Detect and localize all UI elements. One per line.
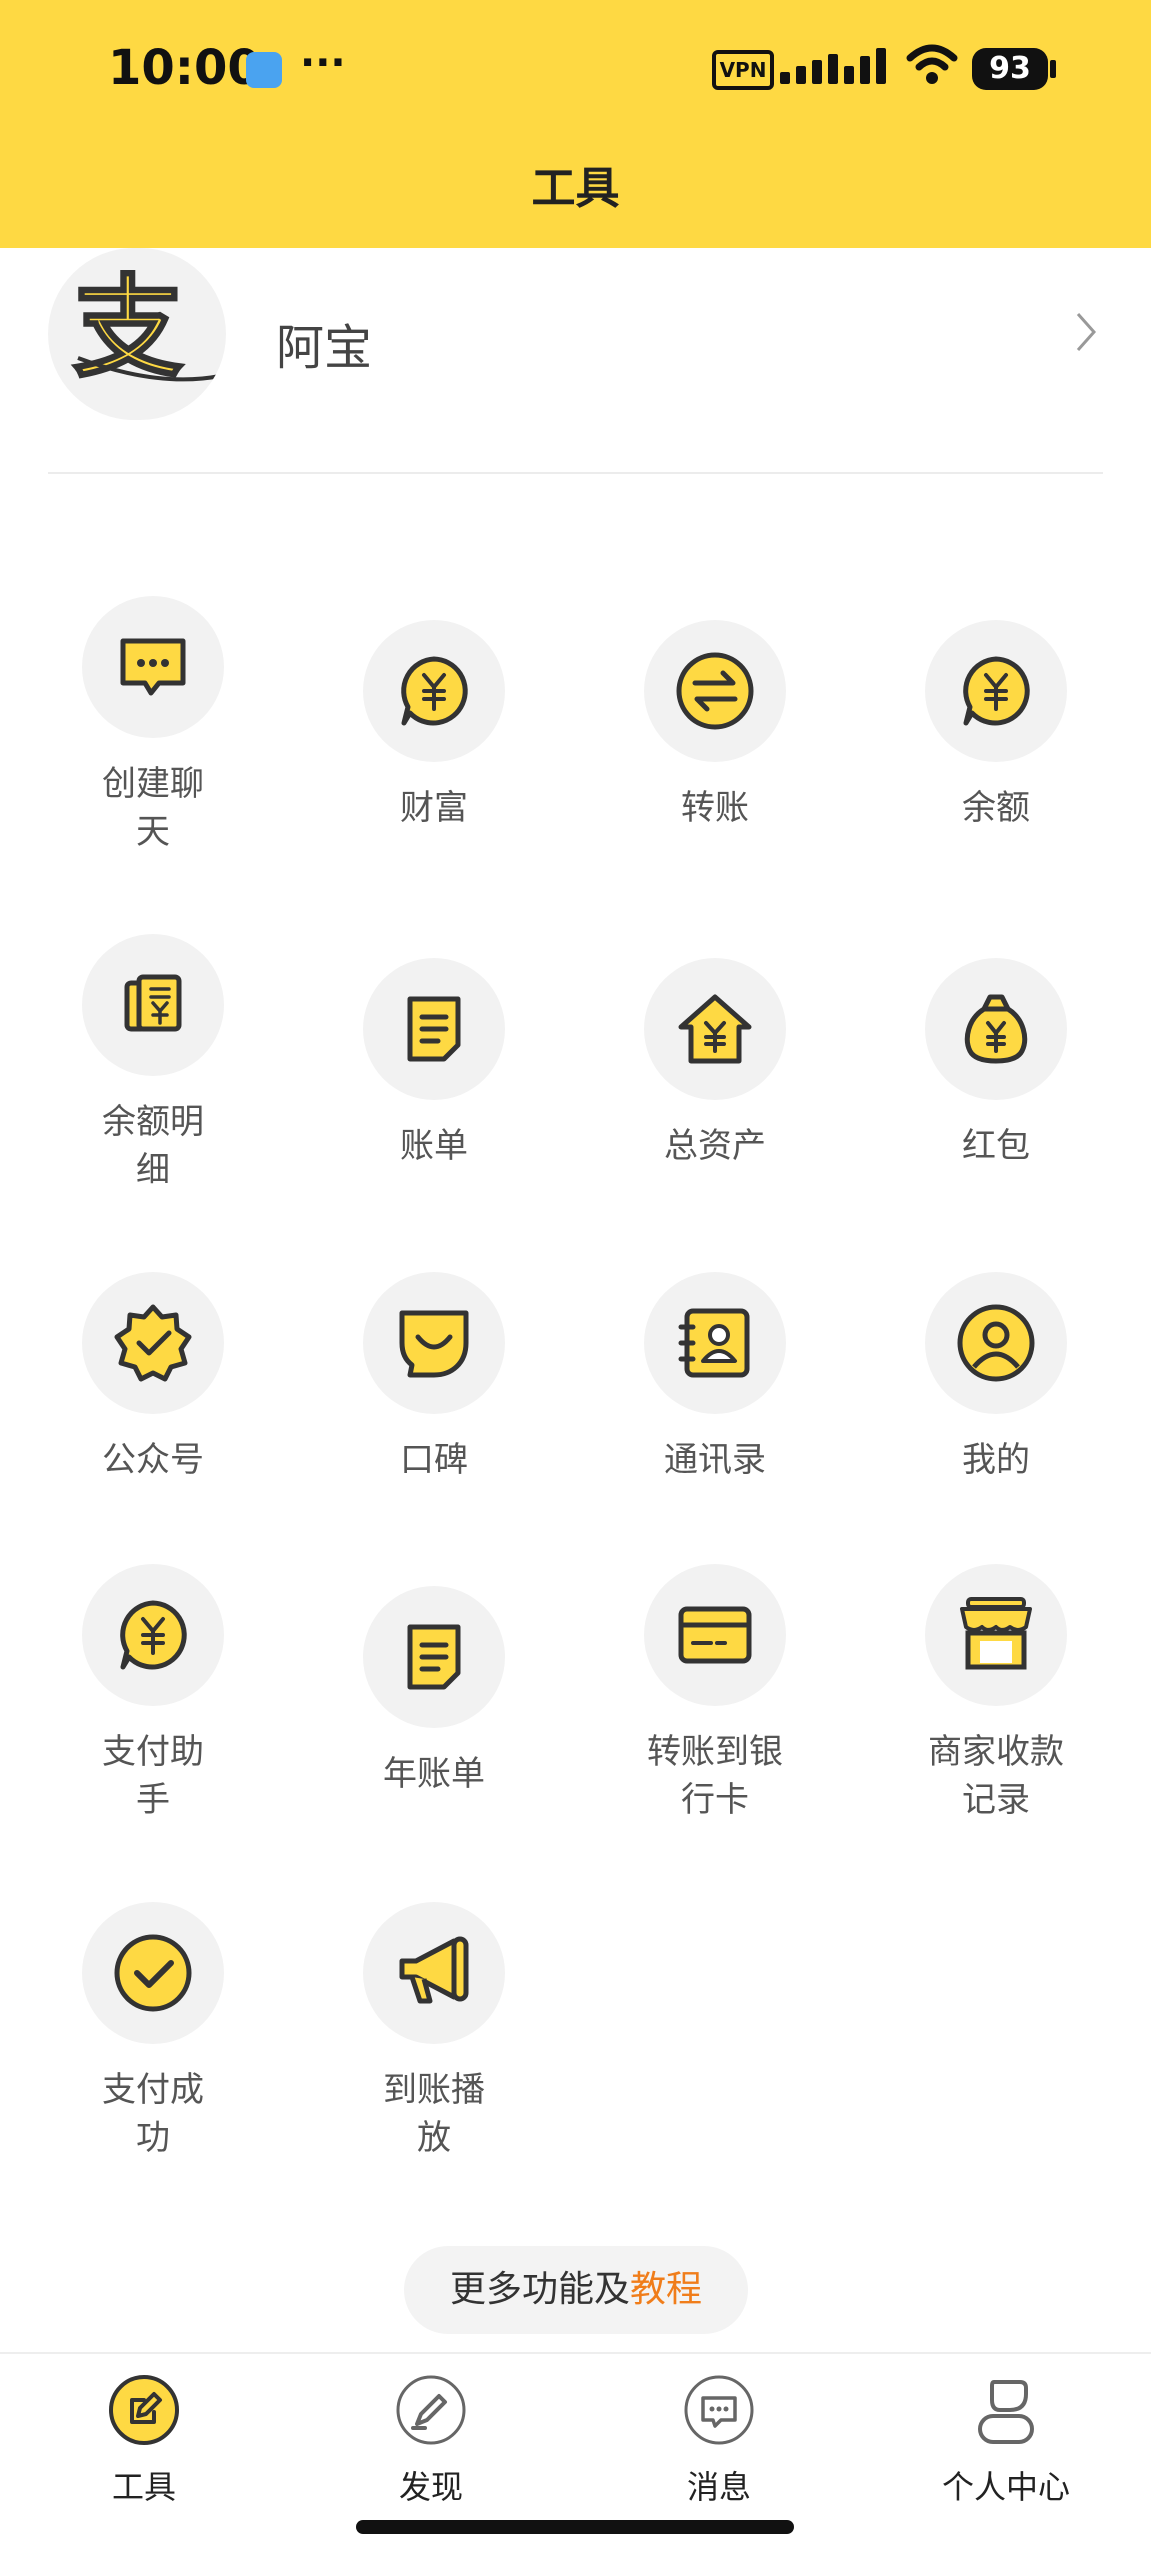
profile-name: 阿宝 <box>276 320 373 376</box>
tool-label: 支付成功 <box>102 2070 204 2158</box>
tool-official-account[interactable]: 公众号 <box>53 1272 253 1484</box>
megaphone-icon <box>399 1936 469 2004</box>
tool-label: 总资产 <box>664 1126 766 1166</box>
tool-transfer-to-bank-card[interactable]: 转账到银行卡 <box>615 1564 815 1824</box>
storefront-icon <box>960 1597 1032 1670</box>
yuan-bubble-icon <box>963 656 1030 726</box>
receipt-icon <box>124 974 182 1032</box>
header-bar: 10:00 ··· VPN 93 工具 <box>0 0 1151 248</box>
app-notification-icon <box>246 52 282 88</box>
smile-icon <box>399 1310 469 1378</box>
alipay-logo-icon: 支 <box>72 263 221 394</box>
pen-circle-icon <box>396 2375 466 2445</box>
check-circle-icon <box>114 1934 192 2012</box>
battery-tip <box>1050 60 1056 78</box>
bank-card-icon <box>678 1606 752 1664</box>
battery-level: 93 <box>972 48 1048 90</box>
tab-label: 工具 <box>111 2468 176 2506</box>
tool-label: 红包 <box>962 1126 1030 1166</box>
tool-label: 年账单 <box>383 1754 485 1794</box>
chevron-right-icon[interactable] <box>1074 310 1098 354</box>
tool-label: 公众号 <box>102 1440 204 1480</box>
tool-label: 财富 <box>400 788 468 828</box>
tool-transfer[interactable]: 转账 <box>615 620 815 832</box>
chat-bubble-icon <box>120 638 186 696</box>
house-yuan-icon <box>678 994 752 1064</box>
badge-check-icon <box>114 1304 192 1382</box>
bill-icon <box>407 996 461 1062</box>
person-icon <box>978 2380 1034 2444</box>
transfer-arrows-icon <box>676 652 754 730</box>
tab-label: 个人中心 <box>941 2468 1070 2506</box>
tool-arrival-broadcast[interactable]: 到账播放 <box>334 1902 534 2162</box>
tab-discover[interactable]: 发现 <box>331 2374 531 2508</box>
tool-wealth[interactable]: 财富 <box>334 620 534 832</box>
tool-label: 余额 <box>962 788 1030 828</box>
contacts-icon <box>678 1308 750 1378</box>
more-features-button[interactable]: 更多功能及教程 <box>404 2246 748 2334</box>
tool-label: 余额明细 <box>102 1102 204 1190</box>
wifi-icon <box>906 44 958 84</box>
tool-label: 转账到银行卡 <box>647 1732 783 1820</box>
tab-profile[interactable]: 个人中心 <box>906 2374 1106 2508</box>
tool-bill[interactable]: 账单 <box>334 958 534 1170</box>
tool-label: 商家收款记录 <box>928 1732 1064 1820</box>
tab-tools[interactable]: 工具 <box>44 2374 244 2508</box>
home-indicator[interactable] <box>356 2520 794 2534</box>
tutorial-link[interactable]: 教程 <box>630 2269 702 2310</box>
tool-annual-bill[interactable]: 年账单 <box>334 1586 534 1798</box>
tool-label: 我的 <box>962 1440 1030 1480</box>
tab-label: 消息 <box>686 2468 751 2506</box>
edit-icon <box>109 2375 179 2445</box>
tool-payment-assistant[interactable]: 支付助手 <box>53 1564 253 1824</box>
message-icon <box>684 2375 754 2445</box>
vpn-badge: VPN <box>712 50 774 90</box>
tool-mine[interactable]: 我的 <box>896 1272 1096 1484</box>
tool-label: 通讯录 <box>664 1440 766 1480</box>
tool-label: 口碑 <box>400 1440 468 1480</box>
more-features-text: 更多功能及 <box>449 2269 630 2310</box>
tool-total-assets[interactable]: 总资产 <box>615 958 815 1170</box>
tool-red-packet[interactable]: 红包 <box>896 958 1096 1170</box>
tool-create-chat[interactable]: 创建聊天 <box>53 596 253 856</box>
status-time: 10:00 <box>108 40 261 96</box>
yuan-bubble-icon <box>120 1600 187 1670</box>
tool-koubei[interactable]: 口碑 <box>334 1272 534 1484</box>
money-bag-icon <box>964 994 1028 1064</box>
tool-balance[interactable]: 余额 <box>896 620 1096 832</box>
page-title: 工具 <box>531 163 620 214</box>
tool-label: 支付助手 <box>102 1732 204 1820</box>
user-circle-icon <box>957 1304 1035 1382</box>
status-more: ··· <box>300 40 346 86</box>
tool-contacts[interactable]: 通讯录 <box>615 1272 815 1484</box>
tool-merchant-receipts[interactable]: 商家收款记录 <box>896 1564 1096 1824</box>
tool-label: 创建聊天 <box>102 764 204 852</box>
tool-balance-detail[interactable]: 余额明细 <box>53 934 253 1194</box>
tab-messages[interactable]: 消息 <box>619 2374 819 2508</box>
signal-icon <box>780 48 886 84</box>
avatar[interactable]: 支 <box>48 248 226 420</box>
tool-label: 账单 <box>400 1126 468 1166</box>
tab-label: 发现 <box>398 2468 463 2506</box>
tool-label: 到账播放 <box>383 2070 485 2158</box>
divider <box>48 472 1103 474</box>
profile-row[interactable]: 支 阿宝 <box>0 248 1151 474</box>
tool-payment-success[interactable]: 支付成功 <box>53 1902 253 2162</box>
bill-icon <box>407 1624 461 1690</box>
yuan-bubble-icon <box>401 656 468 726</box>
tool-label: 转账 <box>681 788 749 828</box>
